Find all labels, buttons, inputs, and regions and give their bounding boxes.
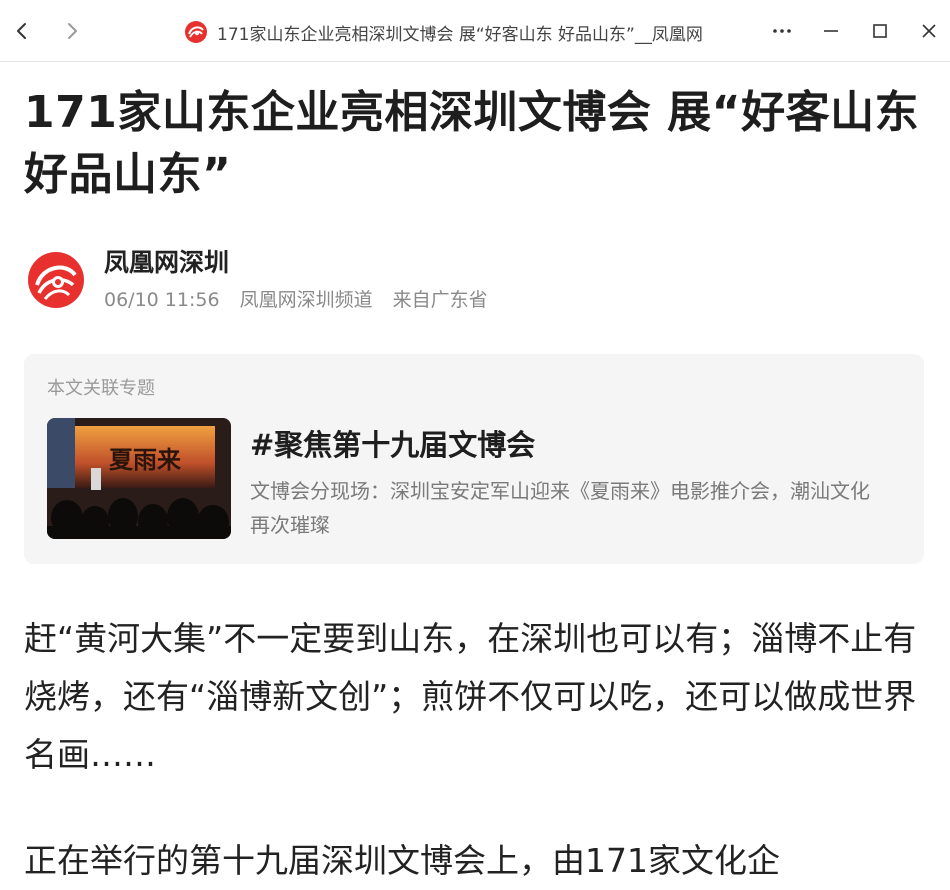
minimize-button[interactable] (815, 15, 847, 47)
location: 来自广东省 (392, 289, 488, 311)
related-topic-label: 本文关联专题 (47, 378, 155, 399)
channel-name: 凤凰网深圳频道 (239, 289, 373, 311)
thumbnail-title: 夏雨来 (109, 445, 182, 474)
author-avatar[interactable] (27, 251, 85, 309)
page-title: 171家山东企业亮相深圳文博会 展“好客山东 好品山东”__凤凰网 (217, 24, 703, 45)
close-icon (922, 24, 936, 38)
topic-description[interactable]: 文博会分现场：深圳宝安定军山迎来《夏雨来》电影推介会，潮汕文化再次璀璨 (250, 474, 880, 542)
minimize-icon (824, 30, 838, 32)
forward-button[interactable] (56, 15, 88, 47)
close-button[interactable] (913, 15, 945, 47)
author-meta: 06/10 11:56 凤凰网深圳频道 来自广东省 (104, 285, 502, 312)
ifeng-logo-icon (185, 21, 207, 43)
article-paragraph: 赶“黄河大集”不一定要到山东，在深圳也可以有；淄博不止有烧烤，还有“淄博新文创”… (24, 619, 917, 774)
chevron-right-icon (68, 23, 77, 39)
chevron-left-icon (17, 23, 26, 39)
more-button[interactable] (766, 15, 798, 47)
browser-titlebar: 171家山东企业亮相深圳文博会 展“好客山东 好品山东”__凤凰网 (0, 0, 950, 62)
ifeng-logo-icon (28, 252, 84, 308)
article-title: 171家山东企业亮相深圳文博会 展“好客山东 好品山东” (24, 87, 920, 200)
maximize-button[interactable] (864, 15, 896, 47)
topic-thumbnail[interactable]: 夏雨来 (47, 418, 231, 539)
topic-heading[interactable]: #聚焦第十九届文博会 (250, 422, 535, 464)
maximize-icon (873, 24, 887, 38)
tab-title-area: 171家山东企业亮相深圳文博会 展“好客山东 好品山东”__凤凰网 (184, 18, 703, 46)
more-horizontal-icon (773, 29, 791, 33)
related-topic-card[interactable]: 本文关联专题 夏雨来 #聚焦第十九届文博会 文博会分现场：深圳宝安定军山迎来《夏… (24, 354, 924, 564)
publish-time: 06/10 11:56 (104, 289, 220, 311)
back-button[interactable] (6, 15, 38, 47)
author-name[interactable]: 凤凰网深圳 (104, 243, 229, 279)
article-paragraph: 正在举行的第十九届深圳文博会上，由171家文化企 (24, 841, 780, 880)
